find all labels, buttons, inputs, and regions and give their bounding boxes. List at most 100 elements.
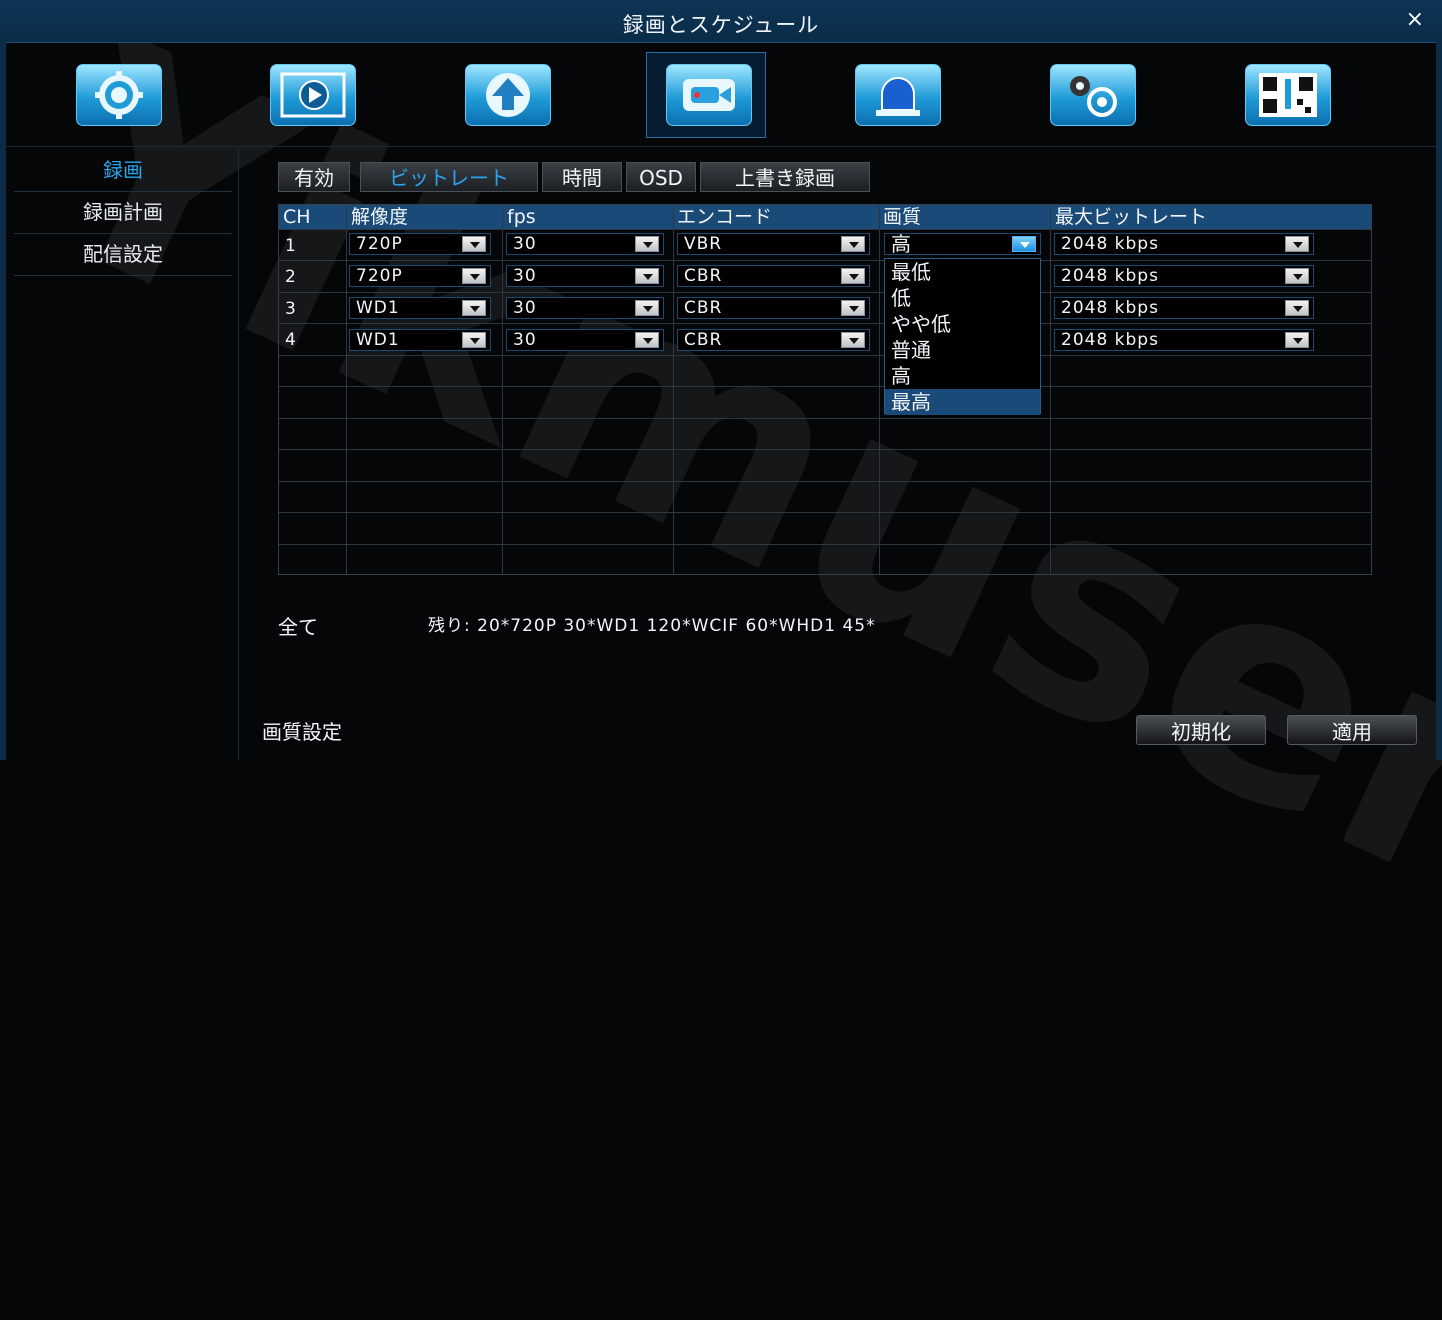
channel-number: 1 <box>285 236 296 256</box>
header-quality: 画質 <box>883 206 922 228</box>
header-resolution: 解像度 <box>351 206 409 228</box>
encode-value: VBR <box>684 234 723 254</box>
tab-osd[interactable]: OSD <box>626 162 696 192</box>
bitrate-value: 2048 kbps <box>1061 298 1159 318</box>
resolution-value: WD1 <box>356 330 400 350</box>
qr-info-icon[interactable] <box>1245 64 1331 126</box>
tab-enable[interactable]: 有効 <box>278 162 350 192</box>
fps-select[interactable]: 30 <box>506 329 664 351</box>
fps-select[interactable]: 30 <box>506 265 664 287</box>
chevron-down-icon <box>1285 236 1309 252</box>
sidebar-item-record-schedule[interactable]: 録画計画 <box>14 192 232 234</box>
grid-line <box>279 260 1371 261</box>
header-ch: CH <box>283 206 311 228</box>
fps-value: 30 <box>513 234 537 254</box>
close-icon[interactable]: × <box>1406 7 1424 32</box>
encode-value: CBR <box>684 298 723 318</box>
fps-value: 30 <box>513 266 537 286</box>
grid-line <box>279 512 1371 513</box>
resolution-select[interactable]: 720P <box>349 265 491 287</box>
grid-line <box>279 449 1371 450</box>
chevron-down-icon <box>462 268 486 284</box>
fps-select[interactable]: 30 <box>506 233 664 255</box>
quality-option-normal[interactable]: 普通 <box>885 337 1040 363</box>
advanced-settings-icon[interactable] <box>1050 64 1136 126</box>
chevron-down-icon <box>635 236 659 252</box>
encode-select[interactable]: CBR <box>677 297 870 319</box>
quality-option-lower[interactable]: やや低 <box>885 311 1040 337</box>
fps-value: 30 <box>513 298 537 318</box>
playback-icon[interactable] <box>270 64 356 126</box>
header-fps: fps <box>507 206 536 228</box>
sidebar-item-record[interactable]: 録画 <box>14 150 232 192</box>
channel-number: 2 <box>285 267 296 287</box>
sidebar-item-stream-settings[interactable]: 配信設定 <box>14 234 232 276</box>
encode-select[interactable]: VBR <box>677 233 870 255</box>
resolution-value: 720P <box>356 266 403 286</box>
chevron-down-icon <box>462 236 486 252</box>
max-bitrate-select[interactable]: 2048 kbps <box>1054 265 1314 287</box>
header-max-bitrate: 最大ビットレート <box>1055 206 1208 228</box>
header-encode: エンコード <box>677 206 773 228</box>
main-toolbar <box>6 42 1436 147</box>
resolution-value: WD1 <box>356 298 400 318</box>
encode-value: CBR <box>684 330 723 350</box>
camera-icon[interactable] <box>666 64 752 126</box>
chevron-down-icon <box>462 300 486 316</box>
max-bitrate-select[interactable]: 2048 kbps <box>1054 233 1314 255</box>
title-bar: 録画とスケジュール × <box>0 0 1442 43</box>
quality-option-highest[interactable]: 最高 <box>885 389 1040 415</box>
quality-select[interactable]: 高 <box>884 233 1041 255</box>
max-bitrate-select[interactable]: 2048 kbps <box>1054 329 1314 351</box>
chevron-down-icon <box>1285 300 1309 316</box>
bitrate-value: 2048 kbps <box>1061 234 1159 254</box>
grid-line <box>279 418 1371 419</box>
settings-icon[interactable] <box>76 64 162 126</box>
resolution-select[interactable]: WD1 <box>349 329 491 351</box>
chevron-down-icon <box>1285 332 1309 348</box>
resolution-select[interactable]: 720P <box>349 233 491 255</box>
all-channels-label[interactable]: 全て <box>278 611 318 640</box>
max-bitrate-select[interactable]: 2048 kbps <box>1054 297 1314 319</box>
chevron-down-icon <box>635 332 659 348</box>
grid-line <box>279 229 1371 230</box>
quality-option-low[interactable]: 低 <box>885 285 1040 311</box>
chevron-down-icon <box>635 300 659 316</box>
grid-line <box>279 355 1371 356</box>
table-header <box>279 205 1371 229</box>
chevron-down-icon <box>841 268 865 284</box>
chevron-down-icon <box>635 268 659 284</box>
resolution-select[interactable]: WD1 <box>349 297 491 319</box>
bitrate-table: CH 解像度 fps エンコード 画質 最大ビットレート 1 2 3 4 <box>278 204 1372 575</box>
tab-bitrate[interactable]: ビットレート <box>360 162 538 192</box>
bitrate-value: 2048 kbps <box>1061 266 1159 286</box>
window-title: 録画とスケジュール <box>622 13 820 37</box>
chevron-down-icon <box>841 236 865 252</box>
encode-select[interactable]: CBR <box>677 265 870 287</box>
reset-button[interactable]: 初期化 <box>1136 715 1266 745</box>
grid-line <box>279 544 1371 545</box>
fps-value: 30 <box>513 330 537 350</box>
grid-line <box>279 386 1371 387</box>
chevron-down-icon <box>462 332 486 348</box>
upload-icon[interactable] <box>465 64 551 126</box>
quality-value: 高 <box>891 232 912 256</box>
frame-right <box>1436 42 1442 760</box>
quality-option-lowest[interactable]: 最低 <box>885 259 1040 285</box>
chevron-down-icon <box>841 300 865 316</box>
tab-time[interactable]: 時間 <box>542 162 622 192</box>
encode-select[interactable]: CBR <box>677 329 870 351</box>
tab-overwrite[interactable]: 上書き録画 <box>700 162 870 192</box>
chevron-down-icon <box>841 332 865 348</box>
chevron-down-icon <box>1012 236 1036 252</box>
encode-value: CBR <box>684 266 723 286</box>
channel-number: 3 <box>285 299 296 319</box>
alarm-icon[interactable] <box>855 64 941 126</box>
resolution-value: 720P <box>356 234 403 254</box>
sidebar-divider <box>238 148 239 760</box>
fps-select[interactable]: 30 <box>506 297 664 319</box>
quality-dropdown-list: 最低 低 やや低 普通 高 最高 <box>884 258 1041 415</box>
sidebar: 録画 録画計画 配信設定 <box>14 150 232 276</box>
quality-option-high[interactable]: 高 <box>885 363 1040 389</box>
apply-button[interactable]: 適用 <box>1287 715 1417 745</box>
